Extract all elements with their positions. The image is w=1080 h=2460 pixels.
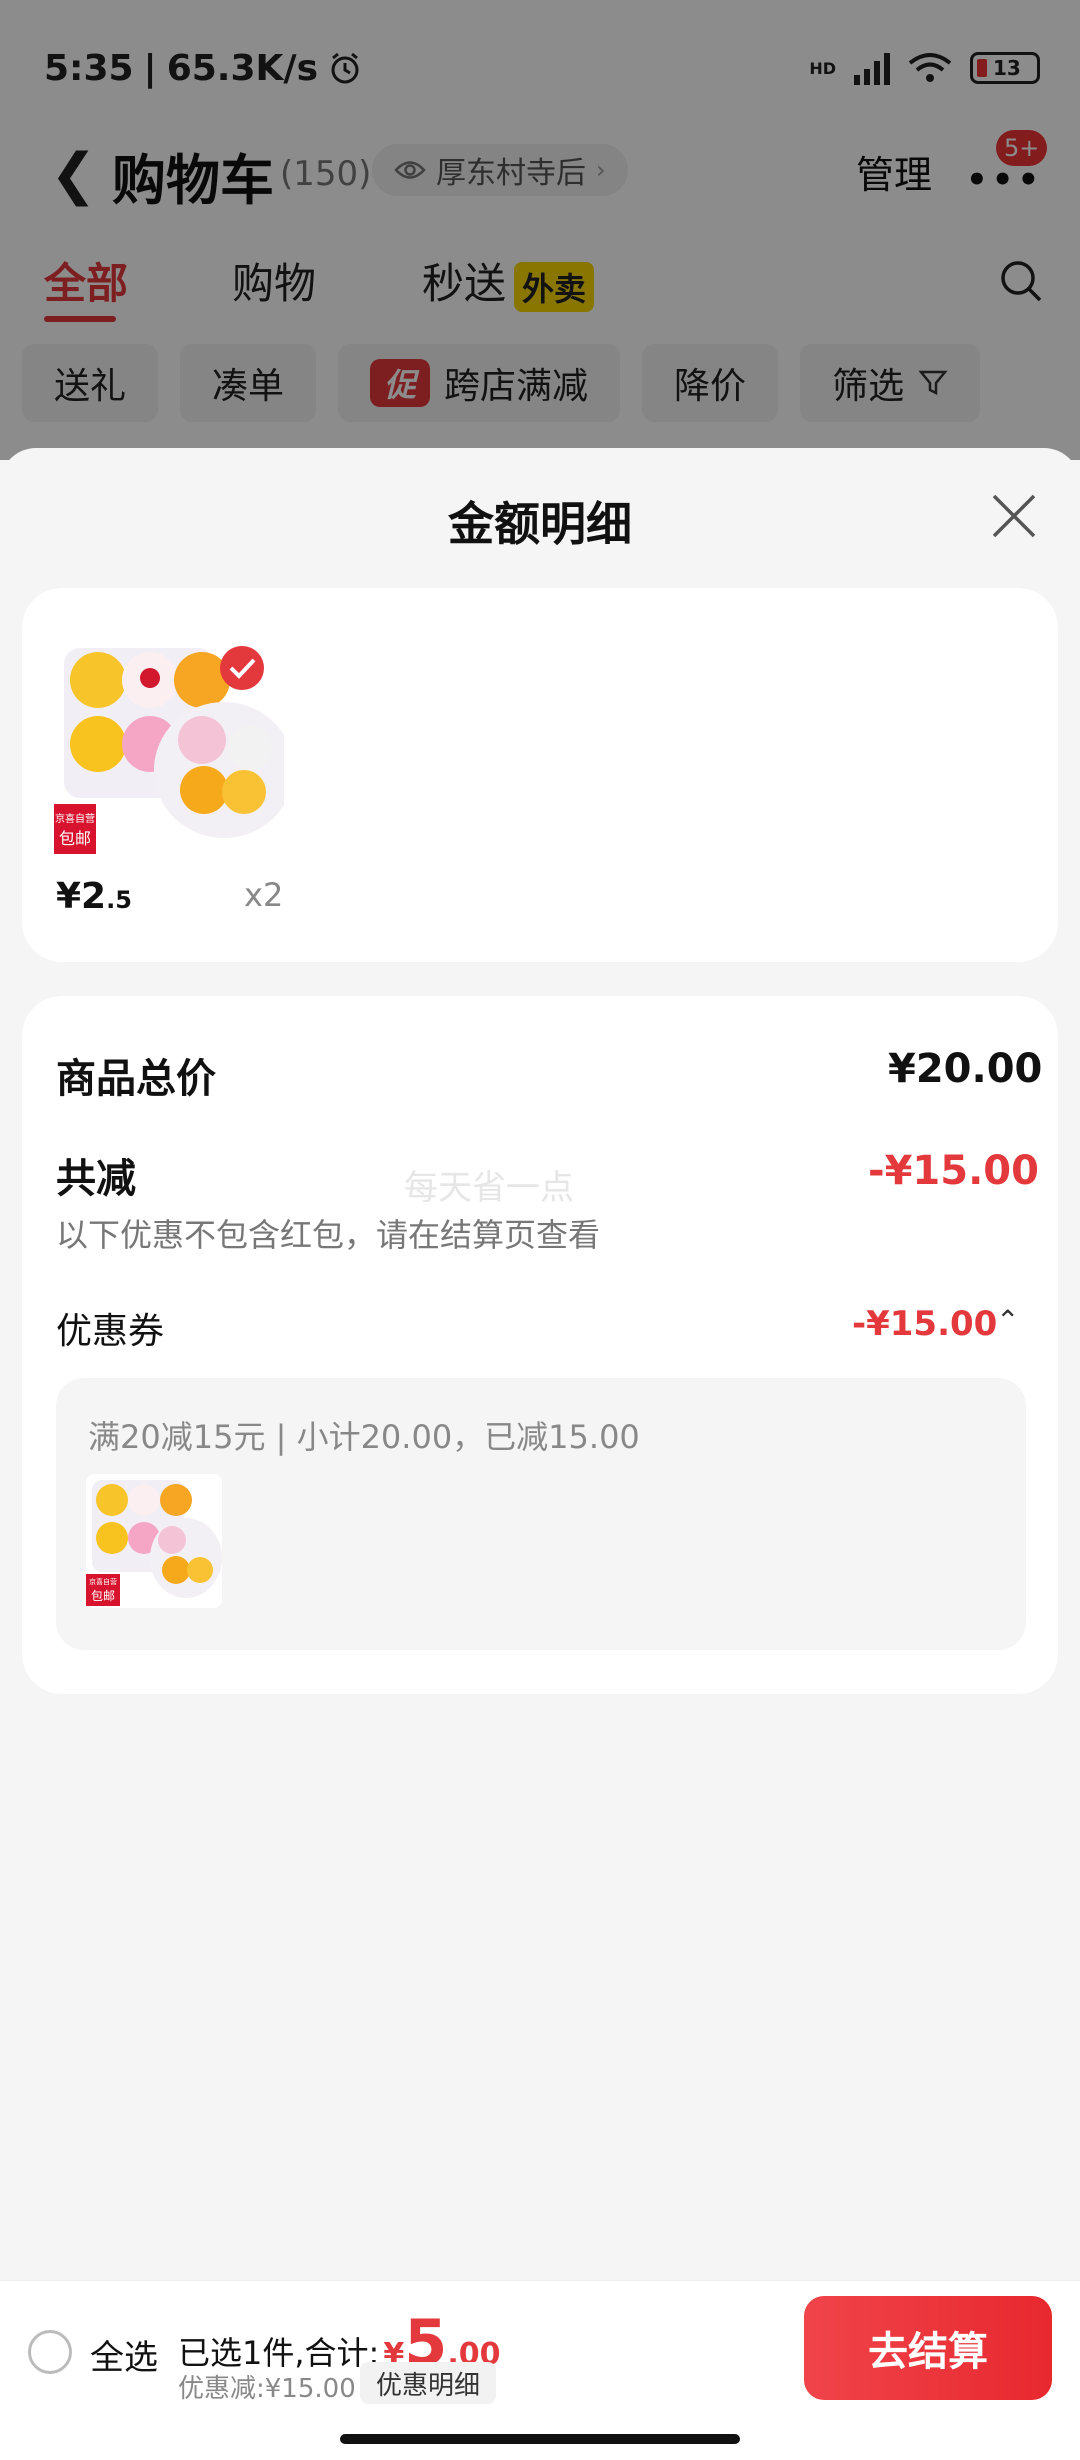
thumb-badge-jingxi: 京喜自营 — [89, 1577, 117, 1586]
coupon-label: 优惠券 — [56, 1311, 165, 1352]
watermark-text: 每天省一点 — [404, 1168, 574, 1208]
checkout-button[interactable]: 去结算 — [804, 2296, 1052, 2400]
total-price-label: 商品总价 — [56, 1056, 216, 1102]
product-price: ¥2.5 — [56, 876, 132, 917]
discount-detail-button[interactable]: 优惠明细 — [360, 2362, 497, 2404]
close-icon[interactable] — [986, 488, 1042, 544]
coupon-detail-text: 满20减15元 | 小计20.00，已减15.00 — [88, 1418, 640, 1456]
home-indicator[interactable] — [340, 2434, 740, 2444]
total-reduce-value: -¥15.00 — [868, 1148, 1039, 1194]
dim-overlay[interactable] — [0, 0, 1080, 460]
thumb-badge-free-shipping: 包邮 — [91, 1589, 115, 1603]
product-quantity: x2 — [244, 876, 284, 914]
badge-free-shipping: 包邮 — [59, 829, 91, 848]
total-price-value: ¥20.00 — [888, 1046, 1043, 1092]
badge-jingxi: 京喜自营 — [55, 812, 95, 825]
chevron-up-icon[interactable]: ⌃ — [996, 1304, 1019, 1337]
select-all-label[interactable]: 全选 — [90, 2330, 158, 2379]
sheet-title: 金额明细 — [448, 497, 632, 551]
coupon-product-thumbnail: 京喜自营 包邮 — [86, 1474, 222, 1608]
coupon-value[interactable]: -¥15.00 — [852, 1304, 997, 1344]
total-reduce-label: 共减 — [56, 1156, 136, 1202]
discount-note: 以下优惠不包含红包，请在结算页查看 — [56, 1216, 601, 1254]
product-image[interactable]: 京喜自营 包邮 — [54, 640, 284, 860]
select-all-radio[interactable] — [28, 2330, 72, 2374]
discount-amount: 优惠减:¥15.00 — [178, 2374, 356, 2404]
